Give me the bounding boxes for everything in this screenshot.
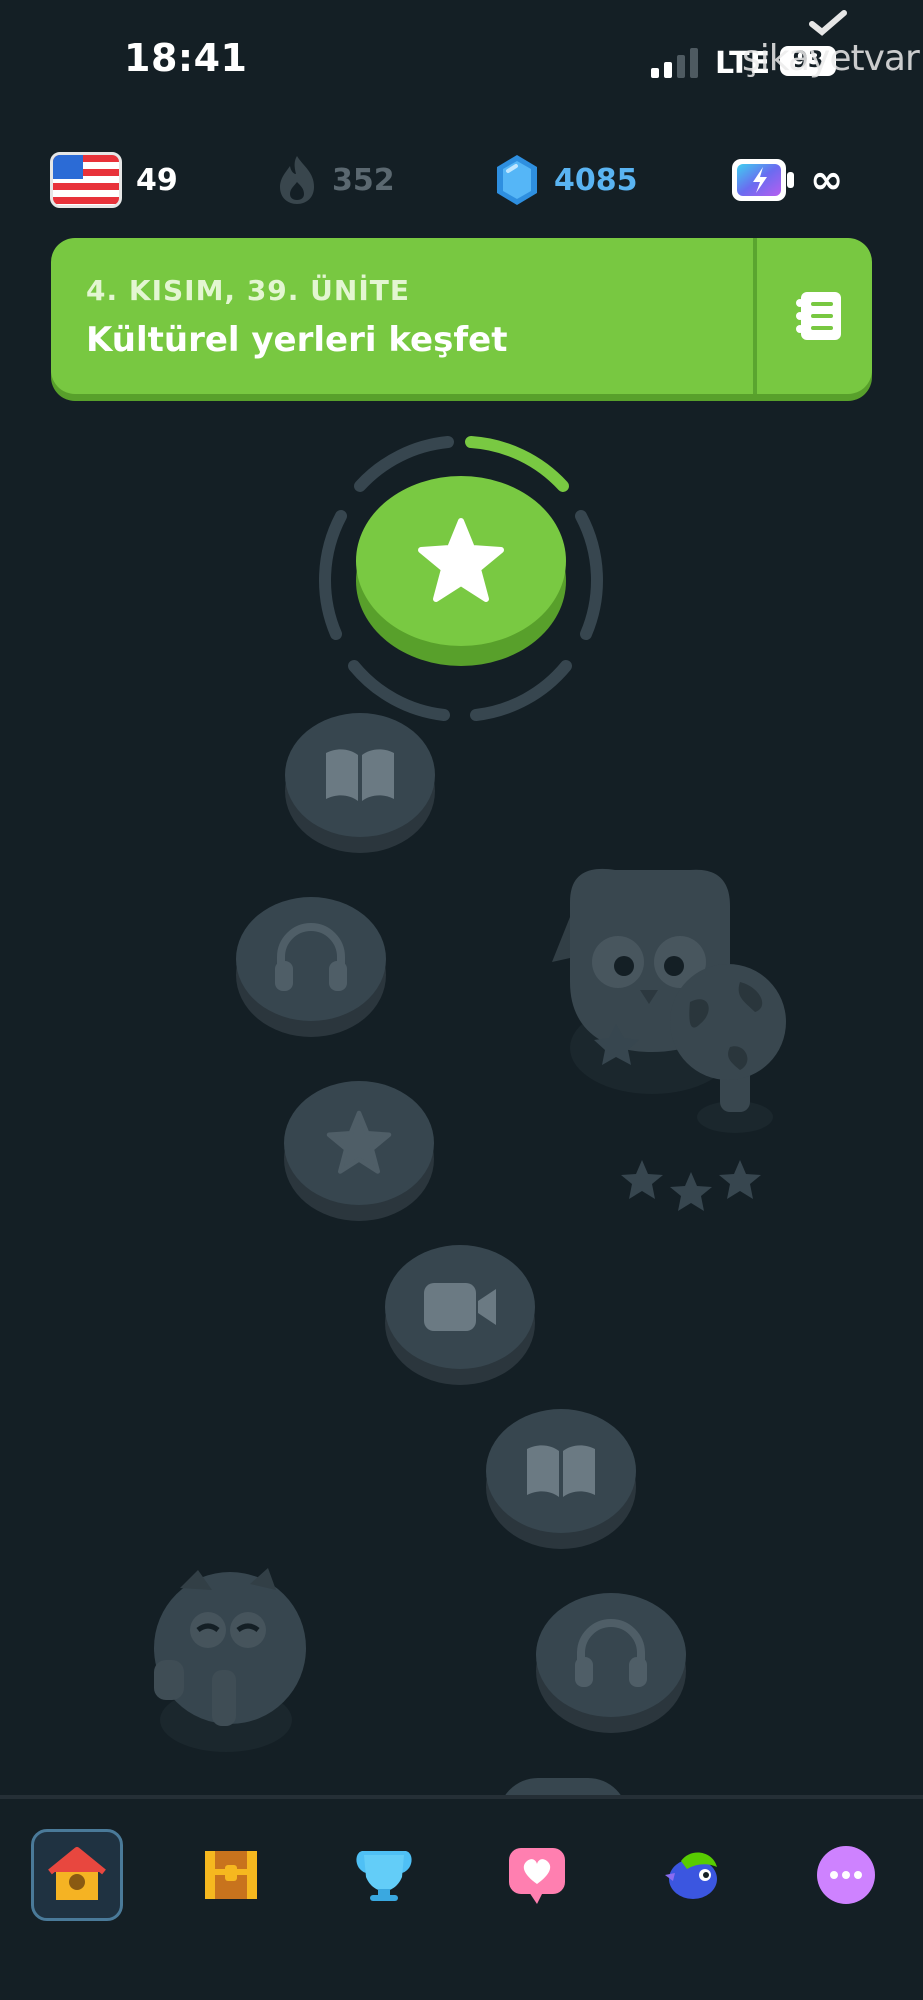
book-icon: [527, 1445, 595, 1497]
video-camera-icon: [424, 1283, 496, 1331]
gems-stat[interactable]: 4085: [494, 150, 638, 210]
treasure-chest-icon: [205, 1851, 257, 1899]
trophy-icon: [356, 1851, 412, 1901]
star-icon: [418, 518, 504, 602]
watermark-check-icon: [809, 10, 847, 36]
status-time: 18:41: [124, 36, 248, 80]
flame-icon: [280, 156, 314, 204]
book-icon: [326, 749, 394, 801]
nav-profile-button[interactable]: [646, 1829, 738, 1921]
guidebook-button[interactable]: [791, 286, 847, 346]
gem-icon: [497, 155, 537, 205]
star-icon: [326, 1110, 392, 1174]
bottom-nav: [0, 1799, 923, 2000]
unit-divider: [753, 238, 757, 394]
watermark: şikayetvar: [742, 38, 920, 79]
signal-icon: [651, 48, 699, 78]
gems-count: 4085: [554, 162, 638, 198]
nav-practice-button[interactable]: [491, 1829, 583, 1921]
nav-leaderboard-button[interactable]: [338, 1829, 430, 1921]
headphones-icon: [275, 923, 347, 991]
lesson-node-headphones[interactable]: [536, 1593, 686, 1733]
lesson-node-star[interactable]: [284, 1081, 434, 1221]
headphones-icon: [575, 1619, 647, 1687]
nav-home-button[interactable]: [31, 1829, 123, 1921]
stars-decoration: [621, 1160, 761, 1211]
heart-chat-icon: [509, 1848, 565, 1904]
unit-section-label: 4. KISIM, 39. ÜNİTE: [86, 274, 410, 307]
sleeping-owl-illustration: [154, 1568, 306, 1752]
nav-quests-button[interactable]: [185, 1829, 277, 1921]
streak-count: 352: [332, 162, 395, 198]
language-stat[interactable]: 49: [50, 150, 178, 210]
us-flag-icon: [50, 152, 122, 208]
energy-stat[interactable]: ∞: [730, 150, 843, 210]
energy-battery-icon: [732, 159, 794, 201]
unit-title: Kültürel yerleri keşfet: [86, 320, 508, 360]
lesson-node-video[interactable]: [385, 1245, 535, 1385]
nav-more-button[interactable]: [800, 1829, 892, 1921]
bird-icon: [665, 1852, 717, 1899]
owl-with-globe-illustration: [552, 868, 786, 1133]
home-icon: [48, 1847, 106, 1900]
lesson-node-headphones[interactable]: [236, 897, 386, 1037]
more-icon: [817, 1846, 875, 1904]
energy-value: ∞: [810, 157, 844, 203]
active-lesson-node[interactable]: [316, 434, 606, 724]
streak-stat[interactable]: 352: [276, 150, 395, 210]
active-lesson-button[interactable]: [356, 476, 566, 666]
unit-header-card[interactable]: 4. KISIM, 39. ÜNİTE Kültürel yerleri keş…: [51, 238, 872, 394]
lesson-node-book[interactable]: [486, 1409, 636, 1549]
language-level: 49: [136, 162, 178, 198]
lesson-node-book[interactable]: [285, 713, 435, 853]
